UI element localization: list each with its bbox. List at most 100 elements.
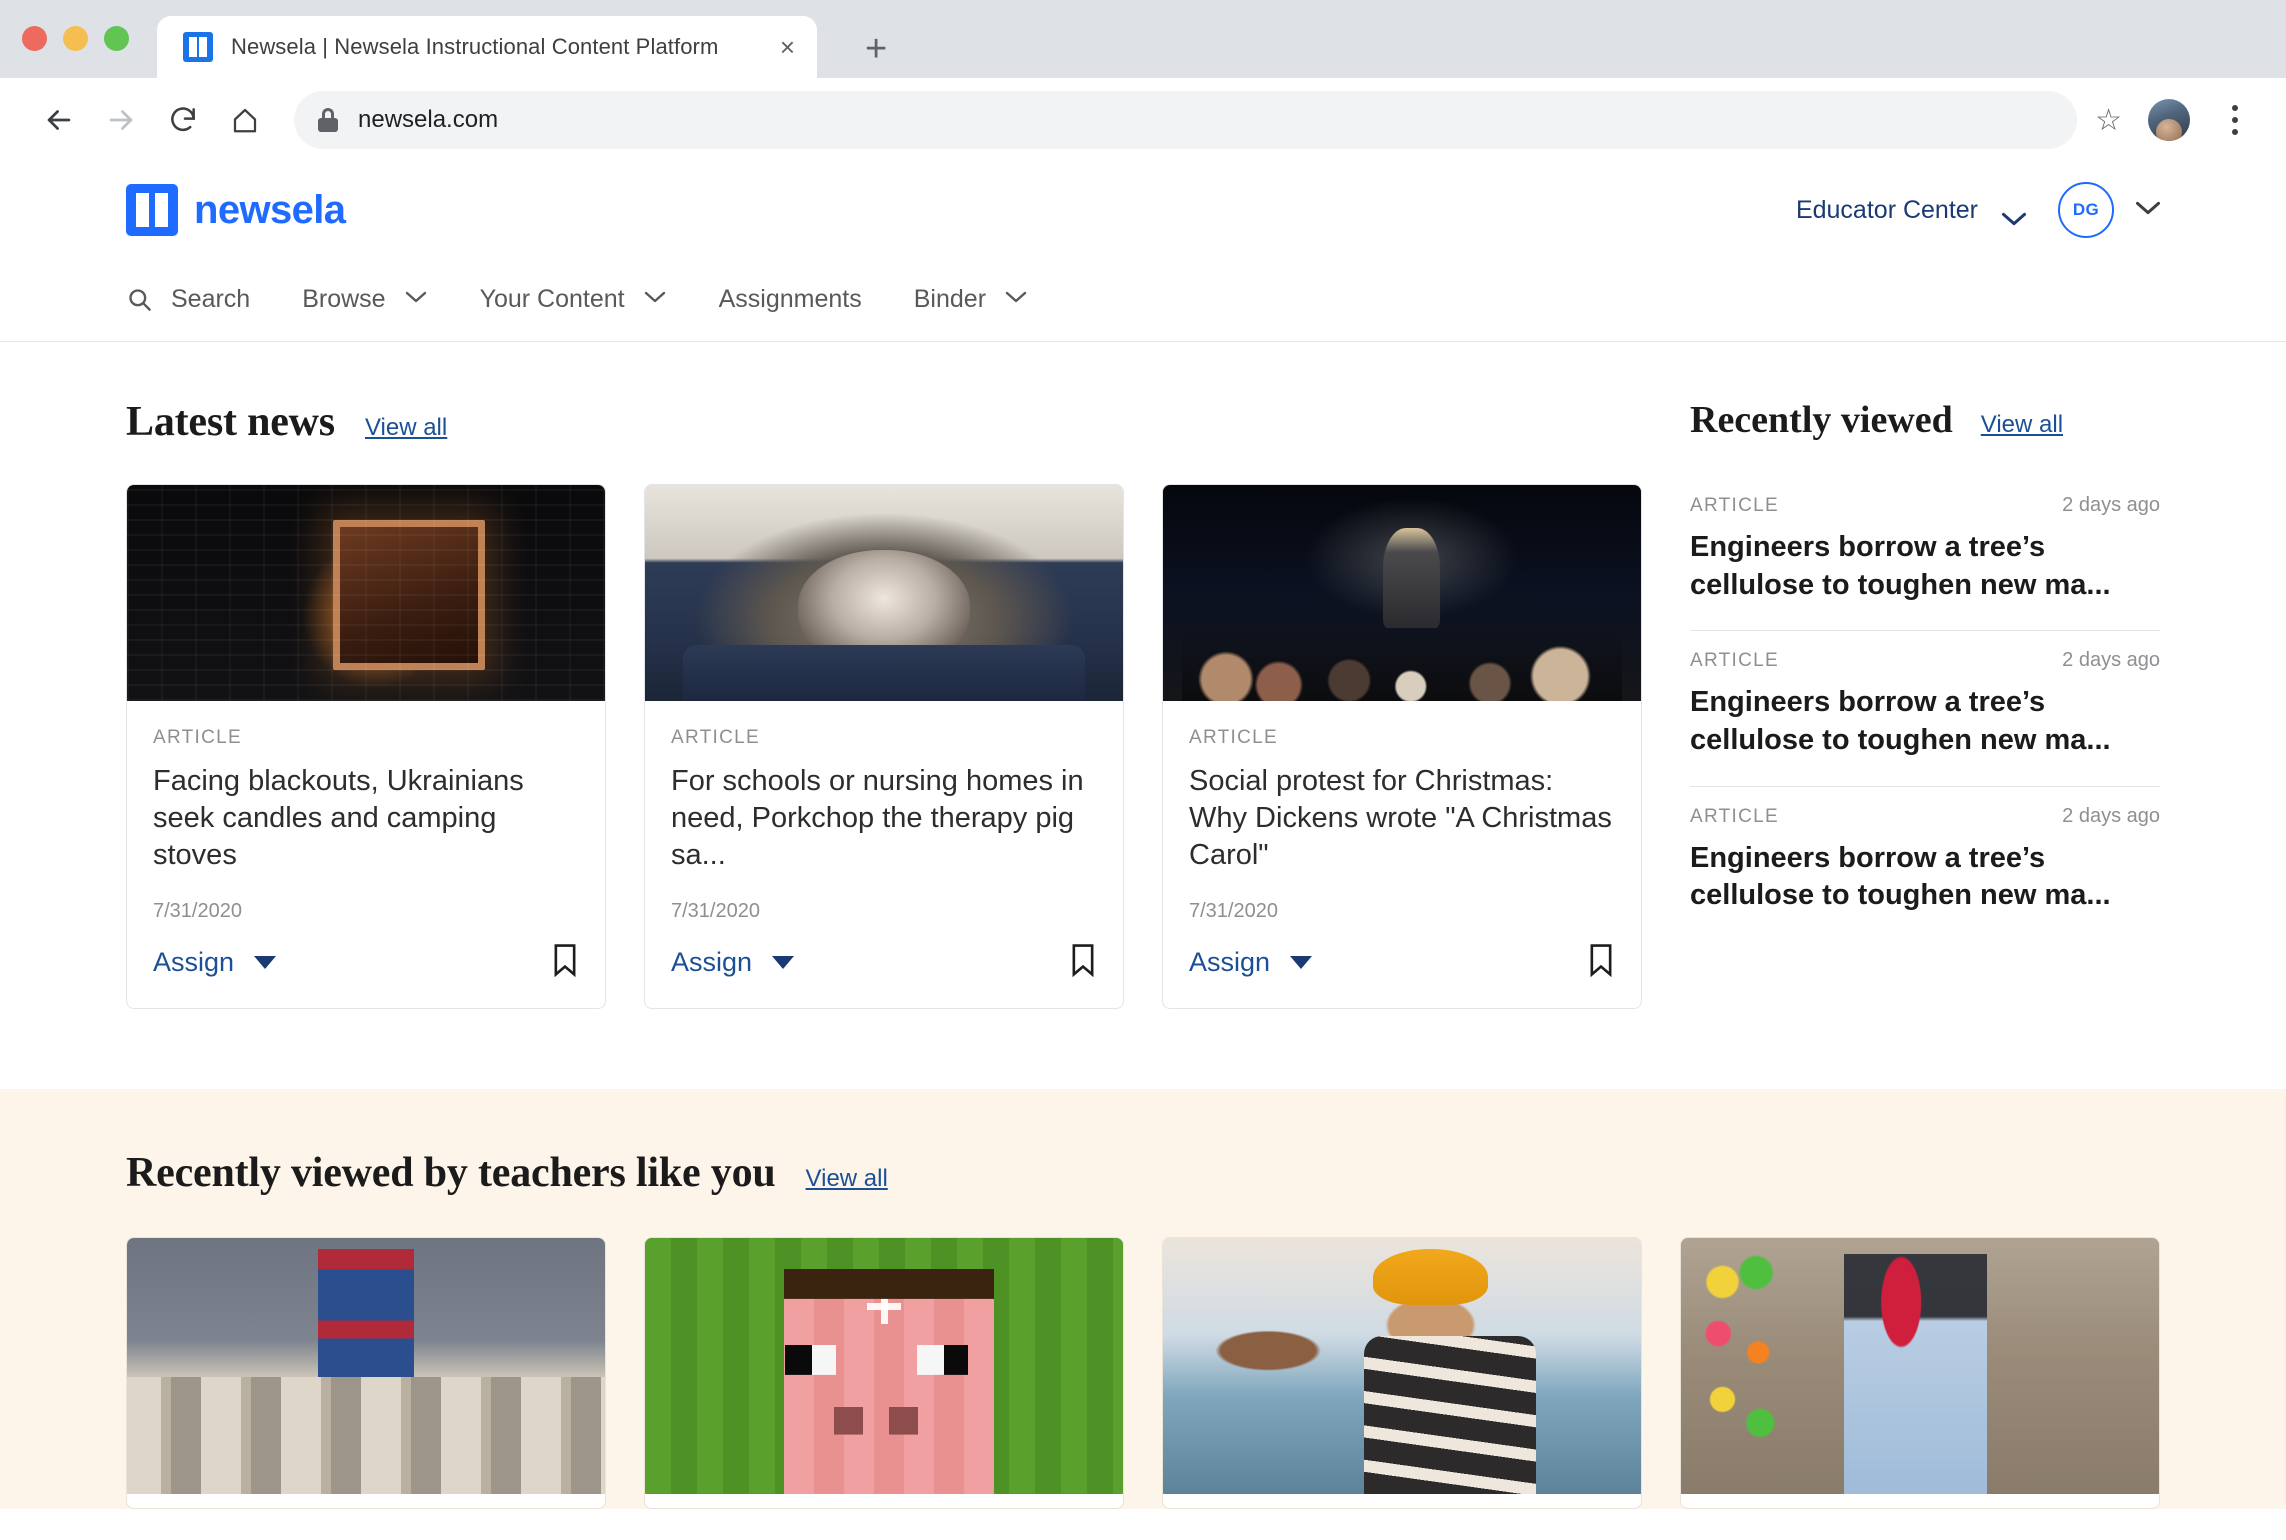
- video-duration: 3:45: [215, 1431, 266, 1460]
- list-item-title: Engineers borrow a tree’s cellulose to t…: [1690, 686, 2111, 757]
- content-tile-body: [1163, 1494, 1641, 1508]
- play-icon: [167, 1430, 199, 1463]
- article-card[interactable]: ARTICLE For schools or nursing homes in …: [644, 484, 1124, 1010]
- content-type-badge: ARTICLE: [1690, 495, 1779, 516]
- home-icon[interactable]: [214, 89, 276, 151]
- caret-down-icon: [1290, 956, 1313, 970]
- chevron-down-icon: [1004, 289, 1028, 310]
- reload-icon[interactable]: [152, 89, 214, 151]
- content-type-badge: ARTICLE: [1189, 727, 1278, 748]
- article-date: 7/31/2020: [671, 900, 760, 923]
- maximize-window-button[interactable]: [104, 26, 129, 51]
- latest-news-view-all-link[interactable]: View all: [365, 414, 447, 442]
- nav-item-your-content[interactable]: Your Content: [480, 285, 667, 314]
- content-thumbnail: [645, 1238, 1123, 1495]
- recently-viewed-panel: Recently viewed View all ARTICLE 2 days …: [1690, 398, 2160, 1009]
- content-type-badge: ARTICLE: [671, 727, 760, 748]
- content-type-badge: ARTICLE: [1690, 650, 1779, 672]
- latest-news-card-row: ARTICLE Facing blackouts, Ukrainians see…: [126, 484, 1642, 1010]
- newsela-book-icon: [126, 184, 178, 236]
- recently-viewed-title: Recently viewed: [1690, 399, 1953, 441]
- teachers-like-you-view-all-link[interactable]: View all: [806, 1165, 888, 1193]
- nav-item-label: Search: [171, 285, 251, 313]
- address-bar[interactable]: newsela.com: [294, 91, 2078, 149]
- search-icon: [126, 286, 153, 313]
- latest-news-section: Latest news View all ARTICLE Facing blac…: [0, 342, 2286, 1090]
- nav-item-label: Binder: [913, 285, 987, 313]
- bookmark-icon[interactable]: [1069, 943, 1097, 982]
- content-type-badge: ARTICLE: [153, 727, 242, 748]
- content-thumbnail: 3:45: [127, 1238, 605, 1495]
- list-item-title: Engineers borrow a tree’s cellulose to t…: [1690, 531, 2111, 601]
- article-date: 7/31/2020: [1189, 900, 1278, 923]
- tab-title: Newsela | Newsela Instructional Content …: [231, 34, 719, 59]
- minimize-window-button[interactable]: [63, 26, 88, 51]
- browser-toolbar: newsela.com ☆: [0, 78, 2286, 162]
- content-tile-body: [127, 1494, 605, 1508]
- content-tile[interactable]: 3:45: [126, 1237, 606, 1510]
- bookmark-icon[interactable]: [1587, 943, 1615, 982]
- newsela-logo[interactable]: newsela: [126, 184, 346, 236]
- assign-label: Assign: [1189, 947, 1271, 978]
- chrome-profile-avatar[interactable]: [2148, 99, 2190, 141]
- chevron-down-icon: [404, 289, 428, 310]
- caret-down-icon: [772, 956, 795, 970]
- list-item-title: Engineers borrow a tree’s cellulose to t…: [1690, 841, 2111, 912]
- nav-item-label: Your Content: [479, 285, 625, 313]
- timestamp: 2 days ago: [2062, 804, 2160, 827]
- article-title: Social protest for Christmas: Why Dicken…: [1189, 765, 1612, 872]
- browser-window: Newsela | Newsela Instructional Content …: [0, 0, 2286, 1540]
- forward-arrow-icon[interactable]: [90, 89, 152, 151]
- account-chevron-down-icon[interactable]: [2134, 199, 2162, 222]
- new-tab-button[interactable]: +: [865, 30, 887, 68]
- assign-button[interactable]: Assign: [671, 947, 795, 978]
- page-viewport: newsela Educator Center DG Search Browse…: [0, 162, 2286, 1540]
- teachers-like-you-section: Recently viewed by teachers like you Vie…: [0, 1089, 2286, 1510]
- site-navigation: Search Browse Your Content Assignments B…: [0, 258, 2286, 342]
- article-title: Facing blackouts, Ukrainians seek candle…: [153, 765, 524, 872]
- close-icon[interactable]: ×: [780, 34, 795, 60]
- address-bar-url: newsela.com: [358, 106, 499, 133]
- bookmark-star-icon[interactable]: ☆: [2095, 103, 2122, 138]
- back-arrow-icon[interactable]: [28, 89, 90, 151]
- educator-center-label: Educator Center: [1795, 195, 1978, 224]
- article-date: 7/31/2020: [153, 900, 242, 923]
- chevron-down-icon: [643, 289, 667, 310]
- kebab-menu-icon[interactable]: [2212, 105, 2258, 135]
- content-tile[interactable]: [1162, 1237, 1642, 1510]
- content-type-badge: ARTICLE: [1690, 805, 1779, 827]
- timestamp: 2 days ago: [2062, 494, 2160, 516]
- close-window-button[interactable]: [22, 26, 47, 51]
- article-thumbnail: [645, 485, 1123, 701]
- content-tile-body: [645, 1494, 1123, 1508]
- avatar[interactable]: DG: [2058, 182, 2114, 238]
- caret-down-icon: [254, 956, 277, 970]
- article-title: For schools or nursing homes in need, Po…: [671, 765, 1084, 872]
- list-item[interactable]: ARTICLE 2 days ago Engineers borrow a tr…: [1690, 787, 2160, 941]
- content-tile[interactable]: [1680, 1237, 2160, 1510]
- recently-viewed-view-all-link[interactable]: View all: [1981, 411, 2063, 439]
- browser-tab[interactable]: Newsela | Newsela Instructional Content …: [157, 16, 817, 78]
- content-thumbnail: [1163, 1238, 1641, 1495]
- article-thumbnail: [1163, 485, 1641, 701]
- article-card[interactable]: ARTICLE Facing blackouts, Ukrainians see…: [126, 484, 606, 1010]
- assign-button[interactable]: Assign: [1189, 947, 1313, 978]
- logo-wordmark: newsela: [194, 187, 346, 232]
- crosshair-icon: [867, 1289, 901, 1324]
- video-duration-badge: 3:45: [149, 1420, 292, 1473]
- nav-item-assignments[interactable]: Assignments: [719, 285, 862, 314]
- nav-item-binder[interactable]: Binder: [914, 285, 1028, 314]
- assign-button[interactable]: Assign: [153, 947, 277, 978]
- site-header: newsela Educator Center DG Search Browse…: [0, 162, 2286, 342]
- content-tile[interactable]: [644, 1237, 1124, 1510]
- nav-item-label: Browse: [302, 285, 386, 313]
- list-item[interactable]: ARTICLE 2 days ago Engineers borrow a tr…: [1690, 476, 2160, 632]
- list-item[interactable]: ARTICLE 2 days ago Engineers borrow a tr…: [1690, 631, 2160, 787]
- nav-item-search[interactable]: Search: [126, 285, 250, 314]
- bookmark-icon[interactable]: [551, 943, 579, 982]
- nav-item-browse[interactable]: Browse: [302, 285, 427, 314]
- educator-center-menu[interactable]: Educator Center: [1795, 195, 2027, 226]
- timestamp: 2 days ago: [2062, 649, 2160, 672]
- lock-icon: [318, 108, 338, 132]
- article-card[interactable]: ARTICLE Social protest for Christmas: Wh…: [1162, 484, 1642, 1010]
